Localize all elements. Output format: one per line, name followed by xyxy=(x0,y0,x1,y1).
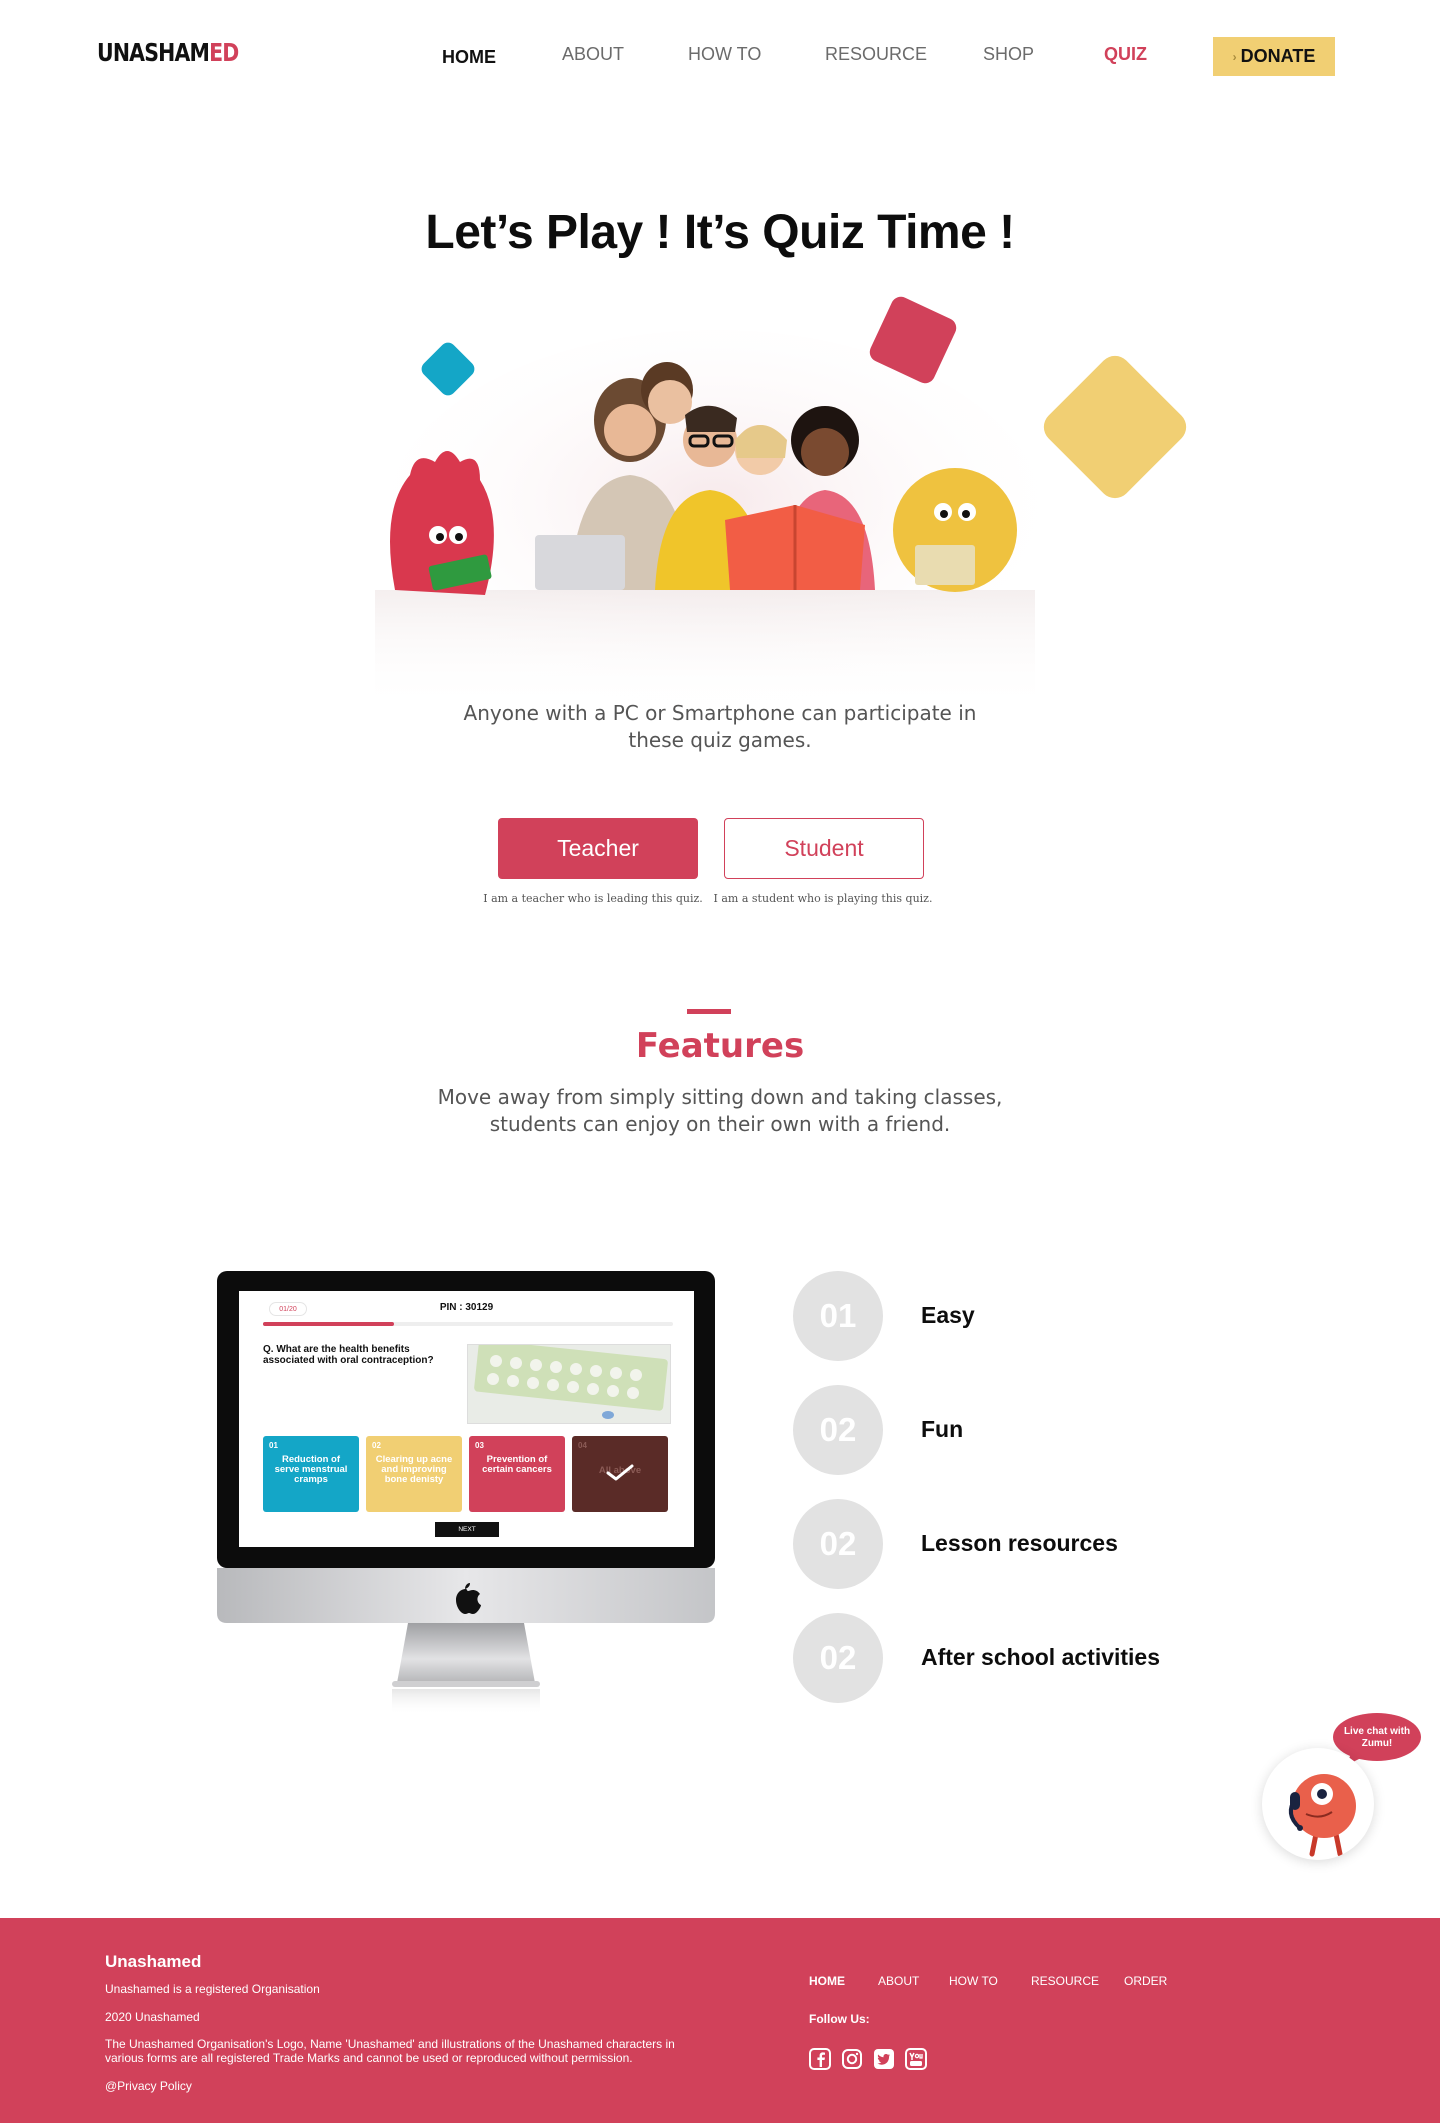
footer-nav-about[interactable]: ABOUT xyxy=(878,1974,919,1988)
quiz-question: Q. What are the health benefits associat… xyxy=(263,1344,434,1366)
next-button[interactable]: NEXT xyxy=(435,1522,499,1537)
footer-brand: Unashamed xyxy=(105,1952,202,1971)
site-header: UNASHAMED HOME ABOUT HOW TO RESOURCE SHO… xyxy=(0,0,1440,112)
imac-quiz-preview: 01/20 PIN : 30129 Q. What are the health… xyxy=(217,1271,715,1731)
feature-number-circle: 01 xyxy=(793,1271,883,1361)
answer-2-text: Clearing up acne and improving bone deni… xyxy=(375,1454,453,1485)
privacy-policy-link[interactable]: @Privacy Policy xyxy=(105,2079,675,2093)
student-button[interactable]: Student xyxy=(724,818,924,879)
footer-nav-order[interactable]: ORDER xyxy=(1124,1974,1167,1988)
yellow-monster-character xyxy=(893,468,1017,592)
nav-about[interactable]: ABOUT xyxy=(562,44,624,65)
answer-3-text: Prevention of certain cancers xyxy=(482,1454,552,1475)
hero-subtitle: Anyone with a PC or Smartphone can parti… xyxy=(463,701,977,752)
footer-legal: The Unashamed Organisation's Logo, Name … xyxy=(105,2037,675,2065)
answer-option-3[interactable]: 03 Prevention of certain cancers xyxy=(469,1436,565,1512)
donate-label: DONATE xyxy=(1240,46,1316,66)
facebook-icon[interactable] xyxy=(809,2048,831,2070)
footer-nav-home[interactable]: HOME xyxy=(809,1974,845,1988)
feature-label: Easy xyxy=(921,1302,975,1328)
answer-3-number: 03 xyxy=(475,1441,484,1450)
donate-button[interactable]: › DONATE xyxy=(1213,37,1335,76)
hero-illustration xyxy=(375,296,1187,710)
teacher-button[interactable]: Teacher xyxy=(498,818,698,879)
twitter-icon[interactable] xyxy=(873,2048,895,2070)
nav-quiz[interactable]: QUIZ xyxy=(1104,44,1147,65)
quiz-screen: 01/20 PIN : 30129 Q. What are the health… xyxy=(239,1291,694,1547)
footer-nav-how-to[interactable]: HOW TO xyxy=(949,1974,998,1988)
yellow-tile-shape xyxy=(1043,355,1187,499)
chat-label: Live chat with Zumu! xyxy=(1343,1726,1411,1749)
feature-item-lesson-resources: 02 Lesson resources xyxy=(793,1499,1393,1589)
chat-mascot-button[interactable] xyxy=(1262,1748,1374,1860)
feature-item-after-school: 02 After school activities xyxy=(793,1613,1393,1703)
mascot-icon xyxy=(1288,1774,1356,1857)
progress-track xyxy=(263,1322,673,1326)
nav-shop[interactable]: SHOP xyxy=(983,44,1034,65)
chevron-right-icon: › xyxy=(1232,49,1237,64)
footer-year: 2020 Unashamed xyxy=(105,2010,200,2024)
answer-2-number: 02 xyxy=(372,1441,381,1450)
teacher-note: I am a teacher who is leading this quiz. xyxy=(483,892,703,905)
feature-number-circle: 02 xyxy=(793,1385,883,1475)
student-note: I am a student who is playing this quiz. xyxy=(713,892,933,905)
follow-us-label: Follow Us: xyxy=(809,2012,870,2026)
footer-nav-resource[interactable]: RESOURCE xyxy=(1031,1974,1099,1988)
nav-home[interactable]: HOME xyxy=(442,47,496,68)
answer-1-text: Reduction of serve menstrual cramps xyxy=(274,1454,348,1485)
instagram-icon[interactable] xyxy=(841,2048,863,2070)
nav-how-to[interactable]: HOW TO xyxy=(688,44,761,65)
pill-pack-image xyxy=(467,1344,671,1424)
features-divider xyxy=(687,1009,731,1014)
answer-option-2[interactable]: 02 Clearing up acne and improving bone d… xyxy=(366,1436,462,1512)
features-title: Features xyxy=(635,1026,805,1066)
youtube-icon[interactable] xyxy=(905,2048,927,2070)
page-title: Let’s Play ! It’s Quiz Time ! xyxy=(425,206,1015,259)
answer-option-1[interactable]: 01 Reduction of serve menstrual cramps xyxy=(263,1436,359,1512)
footer-registered: Unashamed is a registered Organisation xyxy=(105,1982,320,1996)
feature-item-fun: 02 Fun xyxy=(793,1385,1393,1475)
quiz-pin: PIN : 30129 xyxy=(439,1302,494,1313)
feature-label: After school activities xyxy=(921,1644,1161,1670)
feature-item-easy: 01 Easy xyxy=(793,1271,1393,1361)
feature-number-circle: 02 xyxy=(793,1499,883,1589)
features-subtitle: Move away from simply sitting down and t… xyxy=(437,1085,1003,1136)
feature-label: Fun xyxy=(921,1416,964,1442)
answer-4-number: 04 xyxy=(578,1441,587,1450)
feature-number-circle: 02 xyxy=(793,1613,883,1703)
feature-label: Lesson resources xyxy=(921,1530,1118,1556)
progress-fill xyxy=(263,1322,395,1326)
teal-tile-shape xyxy=(421,342,475,396)
nav-resource[interactable]: RESOURCE xyxy=(825,44,927,65)
checkmark-icon xyxy=(606,1464,634,1481)
answer-1-number: 01 xyxy=(269,1441,278,1450)
answer-option-4[interactable]: 04 All above xyxy=(572,1436,668,1512)
site-footer: Unashamed Unashamed is a registered Orga… xyxy=(0,1918,1440,2123)
